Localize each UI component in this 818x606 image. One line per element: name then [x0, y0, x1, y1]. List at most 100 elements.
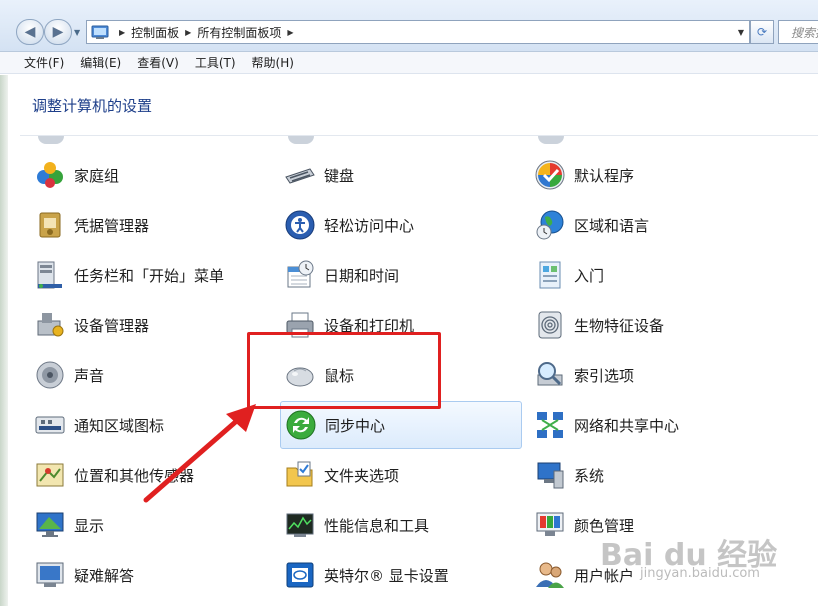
page-title: 调整计算机的设置: [32, 97, 153, 115]
cp-item-label: 英特尔® 显卡设置: [324, 566, 449, 585]
credential-manager-icon: [39, 212, 61, 238]
location-sensor-icon: [36, 463, 64, 487]
breadcrumb-separator-icon[interactable]: ▶: [287, 28, 293, 37]
intel-graphics-icon: [286, 562, 314, 588]
cp-item-default-programs[interactable]: 默认程序: [530, 151, 772, 199]
cp-item-label: 系统: [574, 466, 605, 485]
speaker-icon: [36, 361, 64, 389]
cp-item-date-time[interactable]: 日期和时间: [280, 251, 522, 299]
cp-item-label: 疑难解答: [74, 566, 135, 585]
address-bar-area: ◀ ▶ ▼ ▶ 控制面板 ▶ 所有控制面板项 ▶ ▼ ⟳ 搜索控: [0, 0, 818, 52]
indexing-icon: [537, 362, 563, 386]
cp-item-label: 同步中心: [325, 416, 386, 435]
cp-item-network-sharing[interactable]: 网络和共享中心: [530, 401, 772, 449]
partial-icon: [538, 136, 564, 144]
cp-item-taskbar[interactable]: 任务栏和「开始」菜单: [30, 251, 272, 299]
cp-item-getting-started[interactable]: 入门: [530, 251, 772, 299]
cp-item-label: 鼠标: [324, 366, 355, 385]
cp-item-label: 显示: [74, 516, 105, 535]
cp-item-sound[interactable]: 声音: [30, 351, 272, 399]
breadcrumb-separator-icon: ▶: [119, 27, 126, 37]
divider: [20, 135, 818, 136]
cp-item-notification-area[interactable]: 通知区域图标: [30, 401, 272, 449]
back-arrow-icon: ◀: [24, 24, 36, 40]
cp-item-label: 凭据管理器: [74, 216, 150, 235]
control-panel-icon: [91, 25, 109, 39]
forward-button[interactable]: ▶: [44, 19, 72, 45]
menu-edit[interactable]: 编辑(E): [80, 54, 121, 71]
getting-started-icon: [539, 261, 561, 289]
ease-of-access-icon: [285, 210, 315, 240]
refresh-icon: ⟳: [756, 25, 768, 39]
region-language-icon: [536, 210, 564, 240]
cp-item-folder-options[interactable]: 文件夹选项: [280, 451, 522, 499]
cp-item-location-sensors[interactable]: 位置和其他传感器: [30, 451, 272, 499]
cp-item-troubleshooting[interactable]: 疑难解答: [30, 551, 272, 599]
cp-item-credential-manager[interactable]: 凭据管理器: [30, 201, 272, 249]
folder-options-icon: [286, 461, 313, 487]
default-programs-icon: [535, 160, 565, 190]
cp-item-mouse[interactable]: 鼠标: [280, 351, 522, 399]
menu-file[interactable]: 文件(F): [24, 54, 64, 71]
sync-center-icon: [286, 410, 316, 440]
cp-item-label: 入门: [574, 266, 605, 285]
cp-item-label: 家庭组: [74, 166, 120, 185]
search-input[interactable]: 搜索控: [778, 20, 818, 44]
fingerprint-icon: [538, 311, 562, 339]
window-left-edge: [0, 75, 8, 606]
menu-tools[interactable]: 工具(T): [195, 54, 236, 71]
menu-view[interactable]: 查看(V): [137, 54, 179, 71]
cp-item-homegroup[interactable]: 家庭组: [30, 151, 272, 199]
refresh-button[interactable]: ⟳: [750, 20, 774, 44]
user-accounts-icon: [536, 562, 564, 588]
cp-item-sync-center[interactable]: 同步中心: [280, 401, 522, 449]
cp-item-label: 默认程序: [574, 166, 635, 185]
notification-area-icon: [35, 416, 65, 434]
cp-item-keyboard[interactable]: 键盘: [280, 151, 522, 199]
partial-icon: [38, 136, 64, 144]
cp-item-system[interactable]: 系统: [530, 451, 772, 499]
cp-item-label: 位置和其他传感器: [74, 466, 195, 485]
breadcrumb-control-panel[interactable]: 控制面板: [131, 24, 179, 41]
partial-icon: [288, 136, 314, 144]
cp-item-intel-graphics[interactable]: 英特尔® 显卡设置: [280, 551, 522, 599]
cp-item-label: 键盘: [324, 166, 355, 185]
cp-item-display[interactable]: 显示: [30, 501, 272, 549]
menu-help[interactable]: 帮助(H): [252, 54, 294, 71]
cp-item-label: 日期和时间: [324, 266, 400, 285]
history-dropdown-icon[interactable]: ▼: [74, 28, 80, 37]
breadcrumb-separator-icon[interactable]: ▶: [185, 28, 191, 37]
color-management-icon: [536, 512, 564, 536]
calendar-clock-icon: [287, 260, 314, 288]
cp-item-label: 设备管理器: [74, 316, 150, 335]
cp-item-device-manager[interactable]: 设备管理器: [30, 301, 272, 349]
cp-item-label: 网络和共享中心: [574, 416, 680, 435]
cp-item-label: 轻松访问中心: [324, 216, 415, 235]
system-icon: [537, 462, 564, 489]
address-dropdown-icon[interactable]: ▼: [732, 20, 750, 44]
cp-item-label: 设备和打印机: [324, 316, 415, 335]
breadcrumb-all-items[interactable]: 所有控制面板项: [197, 24, 281, 41]
cp-item-indexing[interactable]: 索引选项: [530, 351, 772, 399]
cp-item-label: 任务栏和「开始」菜单: [74, 266, 225, 285]
network-icon: [537, 412, 563, 438]
cp-item-label: 通知区域图标: [74, 416, 165, 435]
cp-item-label: 文件夹选项: [324, 466, 400, 485]
watermark-url: jingyan.baidu.com: [640, 566, 760, 581]
address-box[interactable]: ▶ 控制面板 ▶ 所有控制面板项 ▶: [86, 20, 750, 44]
cp-item-ease-of-access[interactable]: 轻松访问中心: [280, 201, 522, 249]
taskbar-icon: [37, 261, 62, 289]
performance-icon: [286, 513, 314, 537]
cp-item-devices-printers[interactable]: 设备和打印机: [280, 301, 522, 349]
cp-item-label: 区域和语言: [574, 216, 650, 235]
cp-item-region-language[interactable]: 区域和语言: [530, 201, 772, 249]
mouse-icon: [286, 367, 314, 387]
device-manager-icon: [37, 313, 64, 337]
cp-item-label: 声音: [74, 366, 105, 385]
homegroup-icon: [37, 162, 63, 188]
display-icon: [36, 512, 64, 537]
cp-item-performance[interactable]: 性能信息和工具: [280, 501, 522, 549]
cp-item-label: 性能信息和工具: [324, 516, 430, 535]
back-button[interactable]: ◀: [16, 19, 44, 45]
cp-item-biometric[interactable]: 生物特征设备: [530, 301, 772, 349]
